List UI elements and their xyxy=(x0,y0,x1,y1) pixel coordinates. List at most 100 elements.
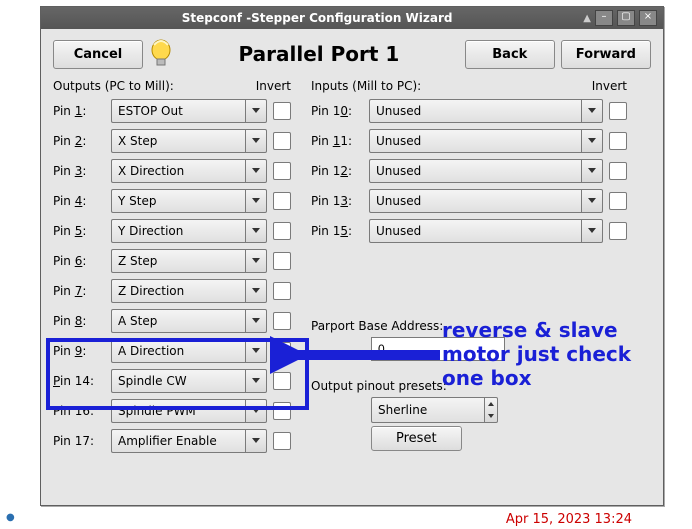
input-pin13-label: Pin 13: xyxy=(311,194,363,208)
chevron-down-icon xyxy=(245,249,267,273)
output-pin8-invert-checkbox[interactable] xyxy=(273,312,291,330)
input-pin12-combo[interactable]: Unused xyxy=(369,159,603,183)
output-row-pin17: Pin 17:Amplifier Enable xyxy=(53,429,291,453)
bulb-icon xyxy=(149,37,173,71)
back-button[interactable]: Back xyxy=(465,40,555,69)
output-pin2-label: Pin 2: xyxy=(53,134,105,148)
preset-button[interactable]: Preset xyxy=(371,426,462,451)
window-title: Stepconf -Stepper Configuration Wizard xyxy=(51,11,583,25)
output-pin3-invert-checkbox[interactable] xyxy=(273,162,291,180)
output-pin4-combo[interactable]: Y Step xyxy=(111,189,267,213)
chevron-down-icon xyxy=(245,399,267,423)
chevron-down-icon xyxy=(245,129,267,153)
output-pin16-combo[interactable]: Spindle PWM xyxy=(111,399,267,423)
maximize-button[interactable]: ▢ xyxy=(617,10,635,26)
output-pin3-label: Pin 3: xyxy=(53,164,105,178)
output-pin14-combo[interactable]: Spindle CW xyxy=(111,369,267,393)
preset-label: Output pinout presets: xyxy=(311,379,627,393)
input-pin11-label: Pin 11: xyxy=(311,134,363,148)
output-pin9-combo[interactable]: A Direction xyxy=(111,339,267,363)
preset-value[interactable]: Sherline xyxy=(371,397,484,423)
input-pin10-invert-checkbox[interactable] xyxy=(609,102,627,120)
input-pin15-invert-checkbox[interactable] xyxy=(609,222,627,240)
output-pin4-invert-checkbox[interactable] xyxy=(273,192,291,210)
input-pin11-value: Unused xyxy=(369,129,581,153)
input-pin13-combo[interactable]: Unused xyxy=(369,189,603,213)
output-row-pin2: Pin 2: X Step xyxy=(53,129,291,153)
output-pin16-value: Spindle PWM xyxy=(111,399,245,423)
input-pin13-value: Unused xyxy=(369,189,581,213)
chevron-down-icon xyxy=(245,339,267,363)
chevron-down-icon xyxy=(581,129,603,153)
output-pin7-invert-checkbox[interactable] xyxy=(273,282,291,300)
inputs-invert-header: Invert xyxy=(592,79,627,93)
chevron-down-icon xyxy=(245,309,267,333)
output-pin9-invert-checkbox[interactable] xyxy=(273,342,291,360)
page-title: Parallel Port 1 xyxy=(179,42,459,66)
output-pin5-combo[interactable]: Y Direction xyxy=(111,219,267,243)
chevron-down-icon xyxy=(245,429,267,453)
output-pin5-invert-checkbox[interactable] xyxy=(273,222,291,240)
output-row-pin8: Pin 8:A Step xyxy=(53,309,291,333)
outputs-header: Outputs (PC to Mill): xyxy=(53,79,174,93)
input-pin11-invert-checkbox[interactable] xyxy=(609,132,627,150)
output-row-pin3: Pin 3: X Direction xyxy=(53,159,291,183)
inputs-header: Inputs (Mill to PC): xyxy=(311,79,421,93)
output-pin8-combo[interactable]: A Step xyxy=(111,309,267,333)
chevron-down-icon xyxy=(245,159,267,183)
output-row-pin6: Pin 6: Z Step xyxy=(53,249,291,273)
input-pin11-combo[interactable]: Unused xyxy=(369,129,603,153)
output-pin7-value: Z Direction xyxy=(111,279,245,303)
output-pin1-invert-checkbox[interactable] xyxy=(273,102,291,120)
cancel-button[interactable]: Cancel xyxy=(53,40,143,69)
output-pin4-value: Y Step xyxy=(111,189,245,213)
chevron-down-icon xyxy=(245,189,267,213)
output-pin2-invert-checkbox[interactable] xyxy=(273,132,291,150)
parport-address-input[interactable] xyxy=(371,337,505,361)
minimize-button[interactable]: – xyxy=(595,10,613,26)
output-row-pin1: Pin 1: ESTOP Out xyxy=(53,99,291,123)
input-row-pin15: Pin 15:Unused xyxy=(311,219,627,243)
titlebar: Stepconf -Stepper Configuration Wizard ▲… xyxy=(41,7,663,29)
output-pin17-combo[interactable]: Amplifier Enable xyxy=(111,429,267,453)
output-pin16-label: Pin 16: xyxy=(53,404,105,418)
output-pin7-combo[interactable]: Z Direction xyxy=(111,279,267,303)
input-pin10-label: Pin 10: xyxy=(311,104,363,118)
output-row-pin5: Pin 5: Y Direction xyxy=(53,219,291,243)
input-pin13-invert-checkbox[interactable] xyxy=(609,192,627,210)
output-pin5-label: Pin 5: xyxy=(53,224,105,238)
titlebar-caret-icon: ▲ xyxy=(583,13,595,24)
output-row-pin14: Pin 14:Spindle CW xyxy=(53,369,291,393)
output-pin9-label: Pin 9: xyxy=(53,344,105,358)
output-pin6-label: Pin 6: xyxy=(53,254,105,268)
output-pin5-value: Y Direction xyxy=(111,219,245,243)
output-pin7-label: Pin 7: xyxy=(53,284,105,298)
output-pin14-invert-checkbox[interactable] xyxy=(273,372,291,390)
output-pin9-value: A Direction xyxy=(111,339,245,363)
footer-dot-icon: ● xyxy=(6,512,15,523)
output-row-pin9: Pin 9: A Direction xyxy=(53,339,291,363)
chevron-down-icon xyxy=(245,279,267,303)
output-pin1-label: Pin 1: xyxy=(53,104,105,118)
output-pin3-combo[interactable]: X Direction xyxy=(111,159,267,183)
chevron-down-icon xyxy=(581,159,603,183)
input-pin15-value: Unused xyxy=(369,219,581,243)
input-pin12-invert-checkbox[interactable] xyxy=(609,162,627,180)
preset-spinner[interactable] xyxy=(484,397,498,423)
output-pin16-invert-checkbox[interactable] xyxy=(273,402,291,420)
output-pin17-invert-checkbox[interactable] xyxy=(273,432,291,450)
input-pin12-value: Unused xyxy=(369,159,581,183)
output-row-pin7: Pin 7: Z Direction xyxy=(53,279,291,303)
timestamp: Apr 15, 2023 13:24 xyxy=(506,512,632,527)
output-pin2-combo[interactable]: X Step xyxy=(111,129,267,153)
output-pin1-combo[interactable]: ESTOP Out xyxy=(111,99,267,123)
chevron-down-icon xyxy=(245,219,267,243)
output-pin6-combo[interactable]: Z Step xyxy=(111,249,267,273)
output-pin6-invert-checkbox[interactable] xyxy=(273,252,291,270)
forward-button[interactable]: Forward xyxy=(561,40,651,69)
input-row-pin13: Pin 13: Unused xyxy=(311,189,627,213)
close-button[interactable]: × xyxy=(639,10,657,26)
input-pin15-combo[interactable]: Unused xyxy=(369,219,603,243)
output-row-pin4: Pin 4:Y Step xyxy=(53,189,291,213)
input-pin10-combo[interactable]: Unused xyxy=(369,99,603,123)
